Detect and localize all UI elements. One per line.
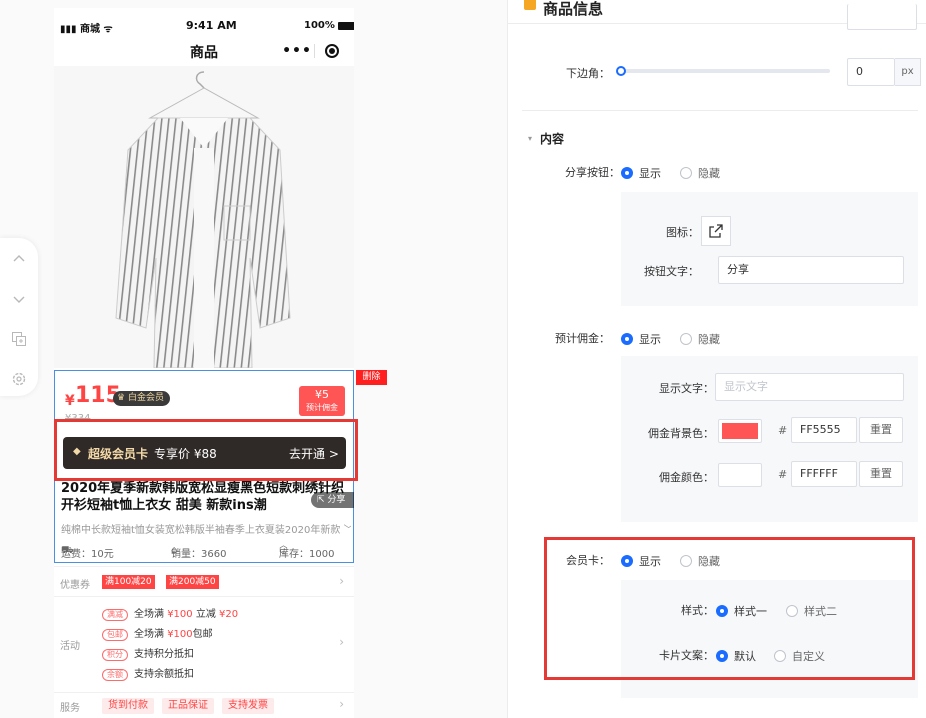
activity-item: 余额 支持余额抵扣 — [102, 665, 194, 681]
slider-handle[interactable] — [616, 66, 626, 76]
phone-preview: ▮▮▮ 商城 ᯤ 9:41 AM 100% 商品 ••• ¥ 115 ♛ 白金会… — [54, 8, 354, 718]
share-show-radio[interactable]: 显示 — [621, 165, 661, 181]
header-marker — [524, 0, 536, 10]
goods-description[interactable]: 纯棉中长款短袖t恤女装宽松韩版半袖春季上衣夏装2020年新款 ﹀ — [61, 521, 351, 536]
share-settings-panel — [621, 192, 918, 306]
battery-indicator: 100% — [304, 20, 354, 31]
bottom-radius-label: 下边角： — [566, 67, 610, 80]
coupon-label: 优惠券 — [60, 580, 90, 591]
activity-label: 活动 — [60, 641, 80, 652]
commission-badge: ¥5 预计佣金 — [299, 386, 345, 416]
commission-bg-swatch[interactable] — [718, 419, 762, 443]
highlight-frame-member-card-settings — [544, 537, 915, 680]
activity-item: 积分 支持积分抵扣 — [102, 645, 194, 661]
activity-item: 包邮 全场满 ¥100包邮 — [102, 625, 213, 641]
commission-label: 预计佣金： — [555, 332, 610, 345]
hash-symbol: # — [778, 424, 788, 437]
commission-bg-reset-button[interactable]: 重置 — [859, 417, 903, 443]
commission-bg-hex-input[interactable]: FF5555 — [791, 417, 857, 443]
content-section-title[interactable]: 内容 — [540, 130, 564, 147]
activity-row[interactable]: 活动 满减 全场满 ¥100 立减 ¥20 包邮 全场满 ¥100包邮 积分 支持积分… — [54, 596, 354, 688]
hash-symbol: # — [778, 468, 788, 481]
commission-fg-reset-button[interactable]: 重置 — [859, 461, 903, 487]
bottom-radius-unit: px — [895, 58, 921, 86]
mini-program-capsule: ••• — [280, 39, 350, 63]
share-text-label: 按钮文字： — [644, 265, 699, 278]
commission-value: ¥5 — [315, 388, 329, 401]
display-text-input[interactable]: 显示文字 — [715, 373, 904, 401]
upper-radius-input[interactable] — [847, 4, 917, 30]
more-icon[interactable]: ••• — [280, 43, 314, 59]
coupon-row[interactable]: 优惠券 满100减20 满200减50 › — [54, 566, 354, 596]
bottom-radius-slider[interactable] — [620, 69, 830, 73]
service-label: 服务 — [60, 703, 80, 714]
editor-root: ▮▮▮ 商城 ᯤ 9:41 AM 100% 商品 ••• ¥ 115 ♛ 白金会… — [0, 0, 926, 718]
share-hide-radio[interactable]: 隐藏 — [680, 165, 720, 181]
move-up-icon[interactable] — [8, 248, 30, 270]
highlight-frame-member-card — [54, 419, 358, 481]
chevron-right-icon[interactable]: › — [339, 697, 344, 711]
external-link-icon — [709, 224, 723, 238]
commission-show-radio[interactable]: 显示 — [621, 331, 661, 347]
share-button-label: 分享按钮： — [565, 166, 620, 179]
copy-icon[interactable] — [8, 328, 30, 350]
share-icon-picker[interactable] — [701, 216, 731, 246]
status-bar: ▮▮▮ 商城 ᯤ 9:41 AM 100% — [54, 8, 354, 36]
move-down-icon[interactable] — [8, 288, 30, 310]
settings-icon[interactable] — [8, 368, 30, 390]
status-time: 9:41 AM — [186, 19, 237, 32]
share-icon-label: 图标： — [666, 226, 699, 239]
price-currency: ¥ — [65, 393, 75, 409]
commission-bg-label: 佣金背景色： — [648, 427, 714, 440]
chevron-right-icon[interactable]: › — [339, 635, 344, 649]
component-toolbar — [0, 238, 38, 396]
coupon-tag[interactable]: 满100减20 — [102, 575, 155, 589]
bottom-radius-input[interactable]: 0 — [847, 58, 895, 86]
share-icon: ⇱ — [317, 495, 328, 505]
vip-price-tag: ♛ 白金会员 — [113, 391, 170, 406]
carrier-signal: ▮▮▮ 商城 ᯤ — [60, 24, 113, 35]
service-tag: 支持发票 — [222, 698, 274, 714]
chevron-right-icon[interactable]: › — [339, 574, 344, 588]
crown-icon: ♛ — [117, 393, 128, 403]
expand-chevron-icon[interactable]: ﹀ — [344, 525, 351, 536]
commission-fg-swatch[interactable] — [718, 463, 762, 487]
coupon-tag[interactable]: 满200减50 — [166, 575, 219, 589]
goods-title: 2020年夏季新款韩版宽松显瘦黑色短款刺绣针织开衫短袖t恤上衣女 甜美 新款in… — [61, 481, 345, 513]
share-text-input[interactable]: 分享 — [718, 256, 904, 284]
product-image — [54, 66, 354, 369]
close-mini-program-icon[interactable] — [315, 44, 349, 58]
commission-fg-label: 佣金颜色： — [659, 471, 714, 484]
battery-icon — [337, 21, 354, 30]
commission-fg-hex-input[interactable]: FFFFFF — [791, 461, 857, 487]
delete-component-button[interactable]: 删除 — [356, 370, 387, 385]
service-tag: 货到付款 — [102, 698, 154, 714]
commission-label: 预计佣金 — [306, 403, 338, 412]
service-row[interactable]: 服务 货到付款 正品保证 支持发票 › — [54, 692, 354, 718]
section-divider — [522, 110, 918, 111]
activity-item: 满减 全场满 ¥100 立减 ¥20 — [102, 605, 238, 621]
display-text-label: 显示文字： — [659, 382, 714, 395]
share-button[interactable]: ⇱ 分享 — [311, 492, 354, 508]
panel-title: 商品信息 — [543, 0, 604, 18]
commission-hide-radio[interactable]: 隐藏 — [680, 331, 720, 347]
service-tag: 正品保证 — [162, 698, 214, 714]
collapse-caret-icon[interactable]: ▾ — [528, 134, 532, 143]
